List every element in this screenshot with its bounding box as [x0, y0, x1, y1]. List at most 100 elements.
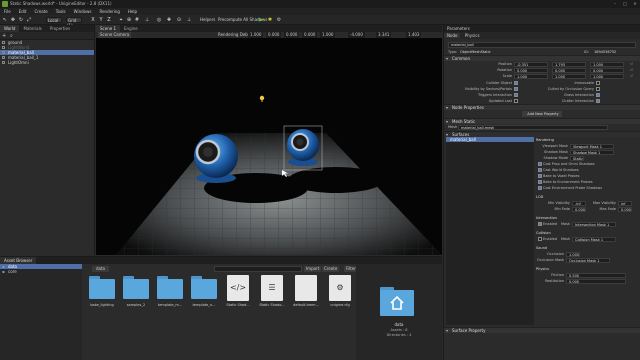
intersection-mask-select[interactable]: Intersection Mask 1 — [572, 221, 616, 227]
collision-enabled-checkbox[interactable] — [538, 237, 542, 241]
max-fade-field[interactable]: 0.000 — [618, 206, 632, 212]
node-icon[interactable]: ⊙ — [176, 17, 182, 23]
render-option-checkbox[interactable] — [538, 174, 542, 178]
tree-item-core[interactable]: ▪ core — [0, 269, 82, 274]
file-icon: ☰ — [261, 275, 283, 301]
reset-icon[interactable]: ↺ — [630, 73, 633, 79]
render-option-checkbox[interactable] — [538, 168, 542, 172]
helpers-toggle[interactable]: Helpers — [200, 17, 215, 23]
restitution-field[interactable]: 0.000 — [566, 278, 626, 284]
space-select[interactable]: Local — [46, 17, 62, 23]
render-option-checkbox[interactable] — [538, 162, 542, 166]
occlusion-field[interactable]: 1.000 — [566, 251, 580, 257]
rotation-z-field[interactable]: 0.000 — [590, 67, 624, 73]
rotation-x-field[interactable]: 0.000 — [514, 67, 548, 73]
menu-rendering[interactable]: Rendering — [95, 9, 123, 14]
menu-edit[interactable]: Edit — [15, 9, 31, 14]
scale-x-field[interactable]: 1.000 — [514, 73, 548, 79]
grid-icon[interactable]: # — [134, 17, 140, 23]
move-tool-icon[interactable]: ✥ — [10, 17, 16, 23]
scale-tool-icon[interactable]: ⤢ — [26, 17, 32, 23]
menu-tools[interactable]: Tools — [52, 9, 70, 14]
close-button[interactable]: ✕ — [630, 0, 640, 8]
camera-icon[interactable]: ⌖ — [118, 17, 124, 23]
scene-tabs: Scene 1 Engine — [96, 25, 442, 32]
tab-physics[interactable]: Physics — [462, 33, 483, 38]
add-icon[interactable]: + — [2, 33, 6, 39]
menu-file[interactable]: File — [0, 9, 15, 14]
create-button[interactable]: Create — [322, 266, 340, 272]
tab-materials[interactable]: Materials — [19, 25, 45, 32]
asset-search-input[interactable] — [214, 266, 302, 272]
menu-help[interactable]: Help — [124, 9, 141, 14]
min-fade-field[interactable]: 0.000 — [572, 206, 586, 212]
search-icon[interactable]: ⌕ — [10, 33, 13, 39]
flag-checkbox[interactable] — [514, 81, 518, 85]
flag-checkbox[interactable] — [596, 81, 600, 85]
flag-checkbox[interactable] — [596, 87, 600, 91]
tab-world[interactable]: World — [0, 25, 20, 32]
tab-node[interactable]: Node — [444, 33, 461, 38]
tab-properties[interactable]: Properties — [46, 25, 74, 32]
render-option-checkbox[interactable] — [538, 186, 542, 190]
align-bottom-icon[interactable]: ⊥ — [186, 17, 192, 23]
snap-y-icon[interactable]: Y — [98, 17, 104, 23]
rotate-tool-icon[interactable]: ↻ — [18, 17, 24, 23]
import-button[interactable]: Import — [304, 266, 322, 272]
flag-checkbox[interactable] — [596, 93, 600, 97]
world-node[interactable]: LightOmni — [0, 60, 94, 65]
node-checkbox[interactable] — [2, 56, 5, 59]
rotation-y-field[interactable]: 0.000 — [552, 67, 586, 73]
minimize-button[interactable]: – — [610, 0, 620, 8]
flag-checkbox[interactable] — [514, 87, 518, 91]
tab-scene[interactable]: Scene 1 — [96, 25, 121, 32]
viewport-mask-select[interactable]: Viewport Mask 1 — [570, 143, 614, 149]
scale-y-field[interactable]: 1.000 — [552, 73, 586, 79]
snap-x-icon[interactable]: X — [90, 17, 96, 23]
settings-icon[interactable]: ⚙ — [276, 17, 282, 23]
path-breadcrumb[interactable]: data — [92, 266, 110, 272]
menu-create[interactable]: Create — [30, 9, 51, 14]
step-select[interactable]: Grid (1) — [66, 17, 82, 28]
shadow-mask-select[interactable]: Shadow Mask 1 — [570, 149, 614, 155]
node-checkbox[interactable] — [2, 46, 5, 49]
mesh-field[interactable]: material_ball.mesh — [458, 124, 608, 130]
position-x-field[interactable]: -0.351 — [514, 61, 548, 67]
intersection-enabled-checkbox[interactable] — [538, 222, 542, 226]
maximize-button[interactable]: □ — [620, 0, 630, 8]
flag-checkbox[interactable] — [514, 99, 518, 103]
snap-z-icon[interactable]: Z — [106, 17, 112, 23]
align-icon[interactable]: ⊥ — [144, 17, 150, 23]
node-checkbox[interactable] — [2, 51, 5, 54]
collision-mask-select[interactable]: Collision Mask 1 — [572, 236, 616, 242]
tab-engine[interactable]: Engine — [120, 25, 142, 32]
position-z-field[interactable]: 1.000 — [590, 61, 624, 67]
friction-field[interactable]: 0.500 — [566, 272, 626, 278]
section-surface-property[interactable]: Surface Property — [444, 327, 640, 334]
gear-icon[interactable]: ✱ — [267, 17, 273, 23]
world-toolbar: + ⌕ — [0, 32, 94, 40]
world-icon[interactable]: ◎ — [156, 17, 162, 23]
position-y-field[interactable]: 1.793 — [552, 61, 586, 67]
pin-icon[interactable]: ✚ — [166, 17, 172, 23]
occlusion-mask-select[interactable]: Occlusion Mask 1 — [566, 257, 610, 263]
select-tool-icon[interactable]: ↖ — [2, 17, 8, 23]
max-visibility-field[interactable]: inf — [618, 200, 632, 206]
3d-viewport[interactable] — [96, 38, 442, 255]
file-icon — [295, 275, 317, 301]
node-checkbox[interactable] — [2, 61, 5, 64]
add-property-button[interactable]: Add New Property — [522, 110, 562, 117]
flag-checkbox[interactable] — [596, 99, 600, 103]
scale-z-field[interactable]: 1.000 — [590, 73, 624, 79]
shadow-mode-select[interactable]: Static — [570, 155, 584, 161]
surface-item[interactable]: material_ball — [446, 137, 534, 142]
scale-row: Scale 1.000 1.000 1.000 ↺ — [502, 73, 633, 79]
render-option-checkbox[interactable] — [538, 180, 542, 184]
min-visibility-field[interactable]: -inf — [572, 200, 586, 206]
play-icon[interactable]: ▶ — [258, 17, 264, 23]
lock-icon[interactable]: ⊕ — [126, 17, 132, 23]
node-checkbox[interactable] — [2, 41, 5, 44]
flag-checkbox[interactable] — [514, 93, 518, 97]
node-name-input[interactable]: material_ball — [448, 41, 636, 48]
menu-windows[interactable]: Windows — [70, 9, 96, 14]
